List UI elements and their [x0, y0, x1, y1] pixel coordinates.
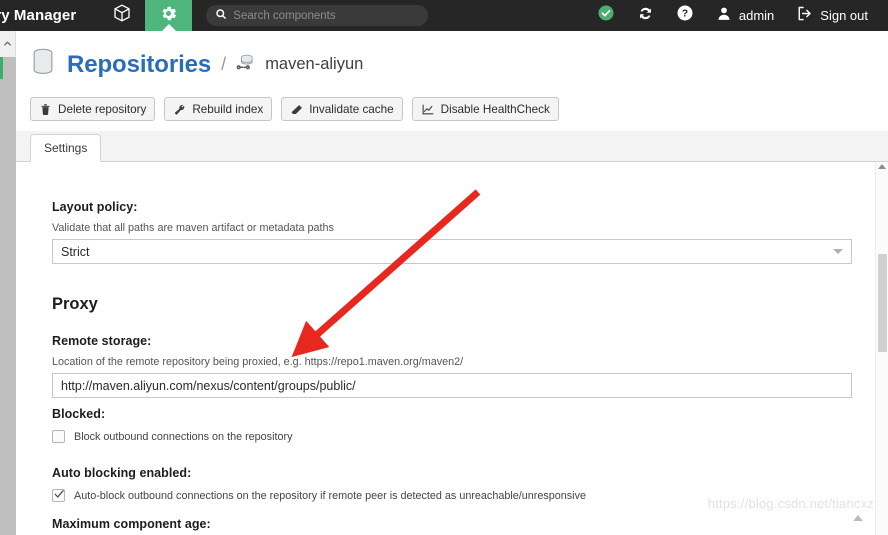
- remote-storage-description: Location of the remote repository being …: [52, 356, 852, 368]
- header-nav-tabs: [98, 0, 192, 31]
- remote-storage-label: Remote storage:: [52, 334, 852, 348]
- layout-policy-description: Validate that all paths are maven artifa…: [52, 222, 852, 234]
- max-component-age-label: Maximum component age:: [52, 517, 852, 531]
- scrollbar-thumb[interactable]: [878, 254, 887, 352]
- auto-blocking-checkbox-row[interactable]: Auto-block outbound connections on the r…: [52, 489, 586, 502]
- nav-tab-browse[interactable]: [98, 0, 145, 31]
- main-content-panel: Repositories / maven-aliyun: [16, 31, 888, 535]
- search-input[interactable]: [233, 10, 418, 22]
- scroll-up-arrow-icon[interactable]: [878, 164, 886, 169]
- delete-repository-button[interactable]: Delete repository: [30, 97, 155, 121]
- rebuild-index-label: Rebuild index: [192, 103, 263, 116]
- auto-blocking-label: Auto blocking enabled:: [52, 466, 586, 480]
- chart-line-icon: [421, 103, 435, 116]
- app-title: ory Manager: [0, 7, 76, 24]
- eraser-icon: [290, 103, 303, 116]
- sidebar-collapse-button[interactable]: [0, 31, 16, 57]
- field-max-component-age: Maximum component age: How long (in minu…: [52, 517, 852, 535]
- layout-policy-select[interactable]: Strict: [52, 239, 852, 264]
- sign-out-label: Sign out: [820, 8, 868, 23]
- trash-icon: [39, 103, 52, 116]
- proxy-section-title: Proxy: [52, 295, 98, 314]
- header-right-cluster: ? admin: [586, 0, 888, 31]
- nexus-repository-manager-page: ory Manager: [0, 0, 888, 535]
- database-icon: [30, 48, 56, 81]
- field-remote-storage: Remote storage: Location of the remote r…: [52, 334, 852, 398]
- invalidate-cache-label: Invalidate cache: [309, 103, 393, 116]
- rebuild-index-button[interactable]: Rebuild index: [164, 97, 272, 121]
- tab-settings[interactable]: Settings: [30, 134, 101, 162]
- layout-policy-value: Strict: [61, 245, 89, 259]
- blocked-checkbox[interactable]: [52, 430, 65, 443]
- user-label: admin: [739, 8, 774, 23]
- check-icon: [53, 487, 65, 505]
- invalidate-cache-button[interactable]: Invalidate cache: [281, 97, 402, 121]
- gear-icon: [159, 4, 178, 28]
- layout-policy-label: Layout policy:: [52, 200, 852, 214]
- refresh-button[interactable]: [626, 0, 665, 31]
- form-scrollbar[interactable]: [875, 162, 888, 535]
- search-icon: [215, 7, 227, 25]
- help-circle-icon: ?: [676, 4, 694, 27]
- nav-tab-administration[interactable]: [145, 0, 192, 31]
- field-layout-policy: Layout policy: Validate that all paths a…: [52, 200, 852, 264]
- delete-repository-label: Delete repository: [58, 103, 146, 116]
- breadcrumb: Repositories / maven-aliyun: [30, 48, 363, 81]
- triangle-up-icon: [853, 515, 863, 521]
- cube-icon: [112, 3, 132, 28]
- breadcrumb-separator: /: [221, 54, 226, 75]
- sign-out-button[interactable]: Sign out: [785, 0, 879, 31]
- sign-out-icon: [796, 5, 813, 27]
- wrench-icon: [173, 103, 186, 116]
- left-rail: [0, 31, 16, 535]
- blocked-checkbox-label: Block outbound connections on the reposi…: [74, 431, 292, 443]
- settings-form-scroll-area: Layout policy: Validate that all paths a…: [16, 162, 888, 535]
- tab-strip: Settings: [16, 131, 888, 162]
- svg-text:?: ?: [682, 8, 688, 19]
- chevron-up-icon: [2, 35, 13, 53]
- tab-settings-label: Settings: [44, 141, 87, 155]
- remote-storage-value: http://maven.aliyun.com/nexus/content/gr…: [61, 379, 356, 393]
- auto-blocking-checkbox-label: Auto-block outbound connections on the r…: [74, 490, 586, 502]
- auto-blocking-checkbox[interactable]: [52, 489, 65, 502]
- repository-toolbar: Delete repository Rebuild index Invalida…: [30, 97, 559, 121]
- remote-storage-input[interactable]: http://maven.aliyun.com/nexus/content/gr…: [52, 373, 852, 398]
- user-menu-button[interactable]: admin: [705, 0, 785, 31]
- health-status-button[interactable]: [586, 0, 626, 31]
- field-blocked: Blocked: Block outbound connections on t…: [52, 407, 292, 443]
- breadcrumb-current-label: maven-aliyun: [265, 55, 363, 74]
- field-auto-blocking: Auto blocking enabled: Auto-block outbou…: [52, 466, 586, 502]
- blocked-checkbox-row[interactable]: Block outbound connections on the reposi…: [52, 430, 292, 443]
- check-circle-icon: [597, 4, 615, 27]
- user-icon: [716, 5, 732, 27]
- refresh-icon: [637, 5, 654, 27]
- proxy-repository-icon: [236, 52, 256, 77]
- breadcrumb-root-link[interactable]: Repositories: [67, 51, 211, 79]
- proxy-section-heading: Proxy: [52, 295, 98, 314]
- chevron-down-icon: [833, 249, 843, 254]
- blocked-label: Blocked:: [52, 407, 292, 421]
- top-header-bar: ory Manager: [0, 0, 888, 31]
- help-button[interactable]: ?: [665, 0, 705, 31]
- disable-healthcheck-label: Disable HealthCheck: [441, 103, 550, 116]
- disable-healthcheck-button[interactable]: Disable HealthCheck: [412, 97, 559, 121]
- search-box[interactable]: [206, 5, 428, 26]
- number-stepper-up[interactable]: [850, 515, 866, 533]
